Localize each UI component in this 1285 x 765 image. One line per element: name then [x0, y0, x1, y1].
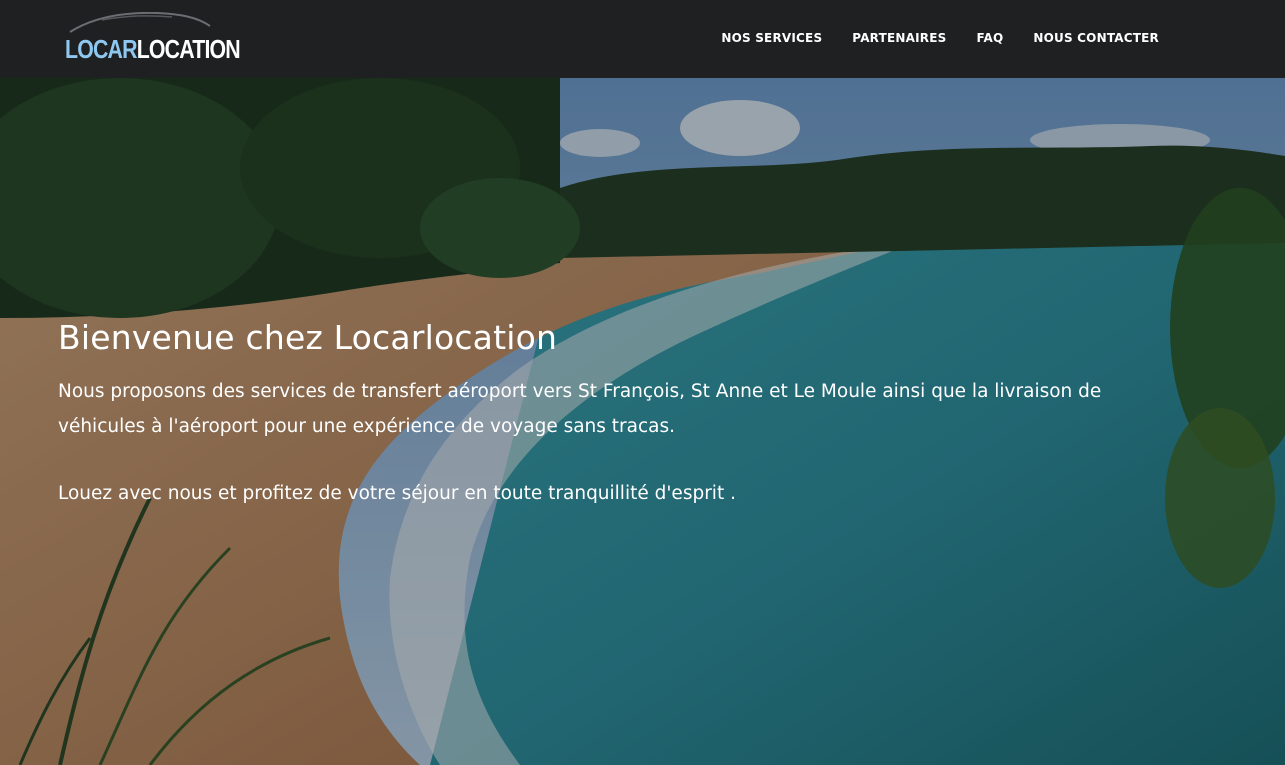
hero-content: Bienvenue chez Locarlocation Nous propos… [58, 318, 1188, 511]
brand-logo[interactable]: LOCARLOCATION [62, 12, 241, 66]
nav-link-services[interactable]: NOS SERVICES [721, 31, 822, 45]
hero-paragraph-tagline: Louez avec nous et profitez de votre séj… [58, 483, 736, 504]
logo-text: LOCARLOCATION [65, 34, 241, 64]
nav-link-partenaires[interactable]: PARTENAIRES [852, 31, 946, 45]
hero-section: Bienvenue chez Locarlocation Nous propos… [0, 78, 1285, 765]
hero-paragraph-intro: Nous proposons des services de transfert… [58, 381, 1102, 437]
top-navbar: LOCARLOCATION NOS SERVICES PARTENAIRES F… [0, 0, 1285, 78]
hero-title: Bienvenue chez Locarlocation [58, 318, 558, 357]
nav-link-contact[interactable]: NOUS CONTACTER [1033, 31, 1159, 45]
nav-link-faq[interactable]: FAQ [976, 31, 1003, 45]
main-nav: NOS SERVICES PARTENAIRES FAQ NOUS CONTAC… [691, 31, 1159, 45]
